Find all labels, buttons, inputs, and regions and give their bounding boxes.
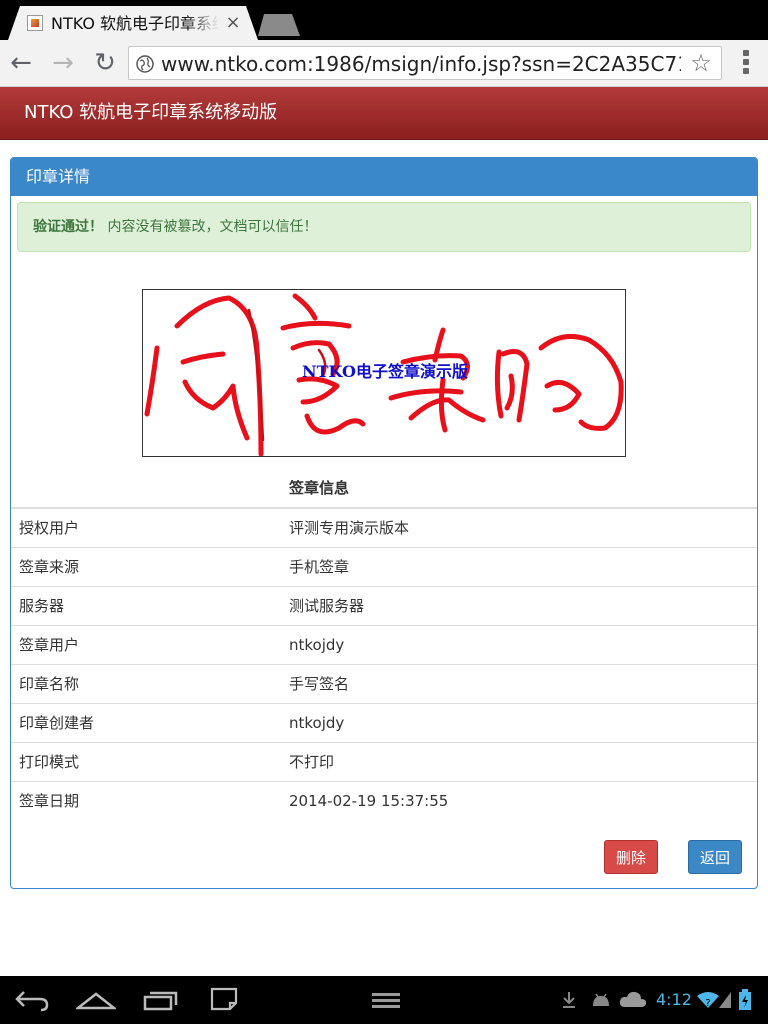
table-row: 打印模式 不打印 [11,743,757,782]
table-header-label: 签章信息 [289,479,350,497]
delete-button[interactable]: 删除 [604,840,658,874]
tab-close-icon[interactable]: × [224,12,242,34]
reload-icon[interactable]: ↻ [90,48,120,78]
nav-home-icon[interactable] [76,988,116,1012]
panel-title: 印章详情 [26,167,91,186]
row-value: 不打印 [289,753,335,771]
table-row: 服务器 测试服务器 [11,587,757,626]
row-label: 签章用户 [19,636,80,654]
android-system-bar: 4:12 ? [0,976,768,1024]
menu-icon[interactable] [370,990,402,1010]
table-row: 印章名称 手写签名 [11,665,757,704]
screenshot-icon[interactable] [210,986,240,1012]
overflow-menu-icon[interactable] [736,50,756,76]
alert-message: 内容没有被篡改，文档可以信任！ [107,219,318,235]
nav-recent-apps-icon[interactable] [142,988,180,1012]
svg-text:?: ? [705,998,710,1009]
row-label: 签章日期 [19,792,80,810]
seal-image: NTKO电子签章演示版 [142,289,626,457]
table-row: 签章来源 手机签章 [11,548,757,587]
wifi-icon: ? [697,992,719,1009]
forward-arrow-icon[interactable]: → [48,48,78,78]
browser-toolbar: ← → ↻ www.ntko.com:1986/msign/info.jsp?s… [0,40,768,87]
site-title: NTKO 软航电子印章系统移动版 [24,102,278,123]
favicon-icon [27,15,43,31]
download-icon [563,992,575,1008]
url-text[interactable]: www.ntko.com:1986/msign/info.jsp?ssn=2C2… [161,50,681,78]
table-header: 签章信息 [11,469,757,509]
table-row: 授权用户 评测专用演示版本 [11,509,757,548]
back-arrow-icon[interactable]: ← [6,48,36,78]
battery-icon [739,989,751,1010]
row-label: 印章创建者 [19,714,95,732]
table-row: 签章用户 ntkojdy [11,626,757,665]
alert-strong-text: 验证通过！ [33,219,103,235]
row-label: 服务器 [19,597,65,615]
row-label: 授权用户 [19,519,80,537]
row-label: 打印模式 [19,753,80,771]
tab-title[interactable]: NTKO 软航电子印章系统移动版 [51,13,219,35]
row-value: 2014-02-19 15:37:55 [289,792,449,810]
site-header: NTKO 软航电子印章系统移动版 [0,87,768,140]
seal-caption: NTKO电子签章演示版 [302,362,468,381]
table-row: 签章日期 2014-02-19 15:37:55 [11,782,757,820]
cloud-icon [619,991,647,1007]
row-value: 评测专用演示版本 [289,519,410,537]
back-button[interactable]: 返回 [688,840,742,874]
address-bar[interactable]: www.ntko.com:1986/msign/info.jsp?ssn=2C2… [128,46,722,80]
nav-back-icon[interactable] [14,988,50,1012]
verification-alert: 验证通过！ 内容没有被篡改，文档可以信任！ [17,202,751,252]
android-debug-icon [593,993,609,1006]
new-tab-button[interactable] [258,14,300,36]
signal-icon [719,992,731,1008]
row-label: 签章来源 [19,558,80,576]
row-value: 手写签名 [289,675,350,693]
row-value: ntkojdy [289,636,345,654]
status-clock: 4:12 [656,990,692,1009]
panel-heading: 印章详情 [11,158,757,196]
row-value: 手机签章 [289,558,350,576]
row-label: 印章名称 [19,675,80,693]
table-row: 印章创建者 ntkojdy [11,704,757,743]
signature-info-table: 签章信息 授权用户 评测专用演示版本 签章来源 手机签章 服务器 测试服务器 签… [11,469,757,820]
browser-tabstrip: NTKO 软航电子印章系统移动版 × [0,0,768,40]
row-value: 测试服务器 [289,597,365,615]
bookmark-star-icon[interactable]: ☆ [687,49,715,77]
seal-detail-panel: 印章详情 验证通过！ 内容没有被篡改，文档可以信任！ NTKO电子签章演示版 签… [10,157,758,889]
row-value: ntkojdy [289,714,345,732]
globe-icon [136,55,154,73]
